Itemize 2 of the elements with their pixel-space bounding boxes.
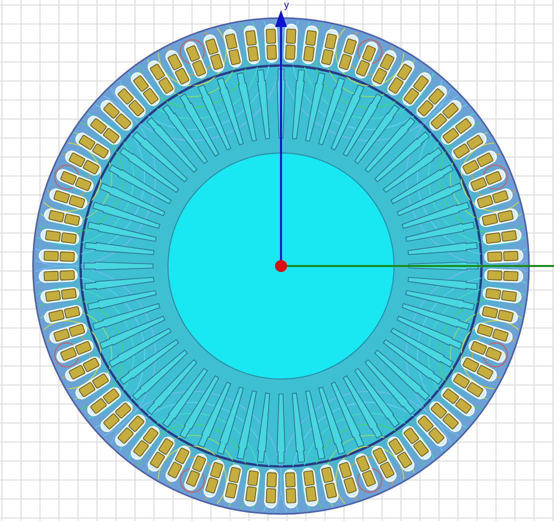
- origin-marker: [275, 260, 287, 272]
- y-axis-label: y: [284, 0, 289, 11]
